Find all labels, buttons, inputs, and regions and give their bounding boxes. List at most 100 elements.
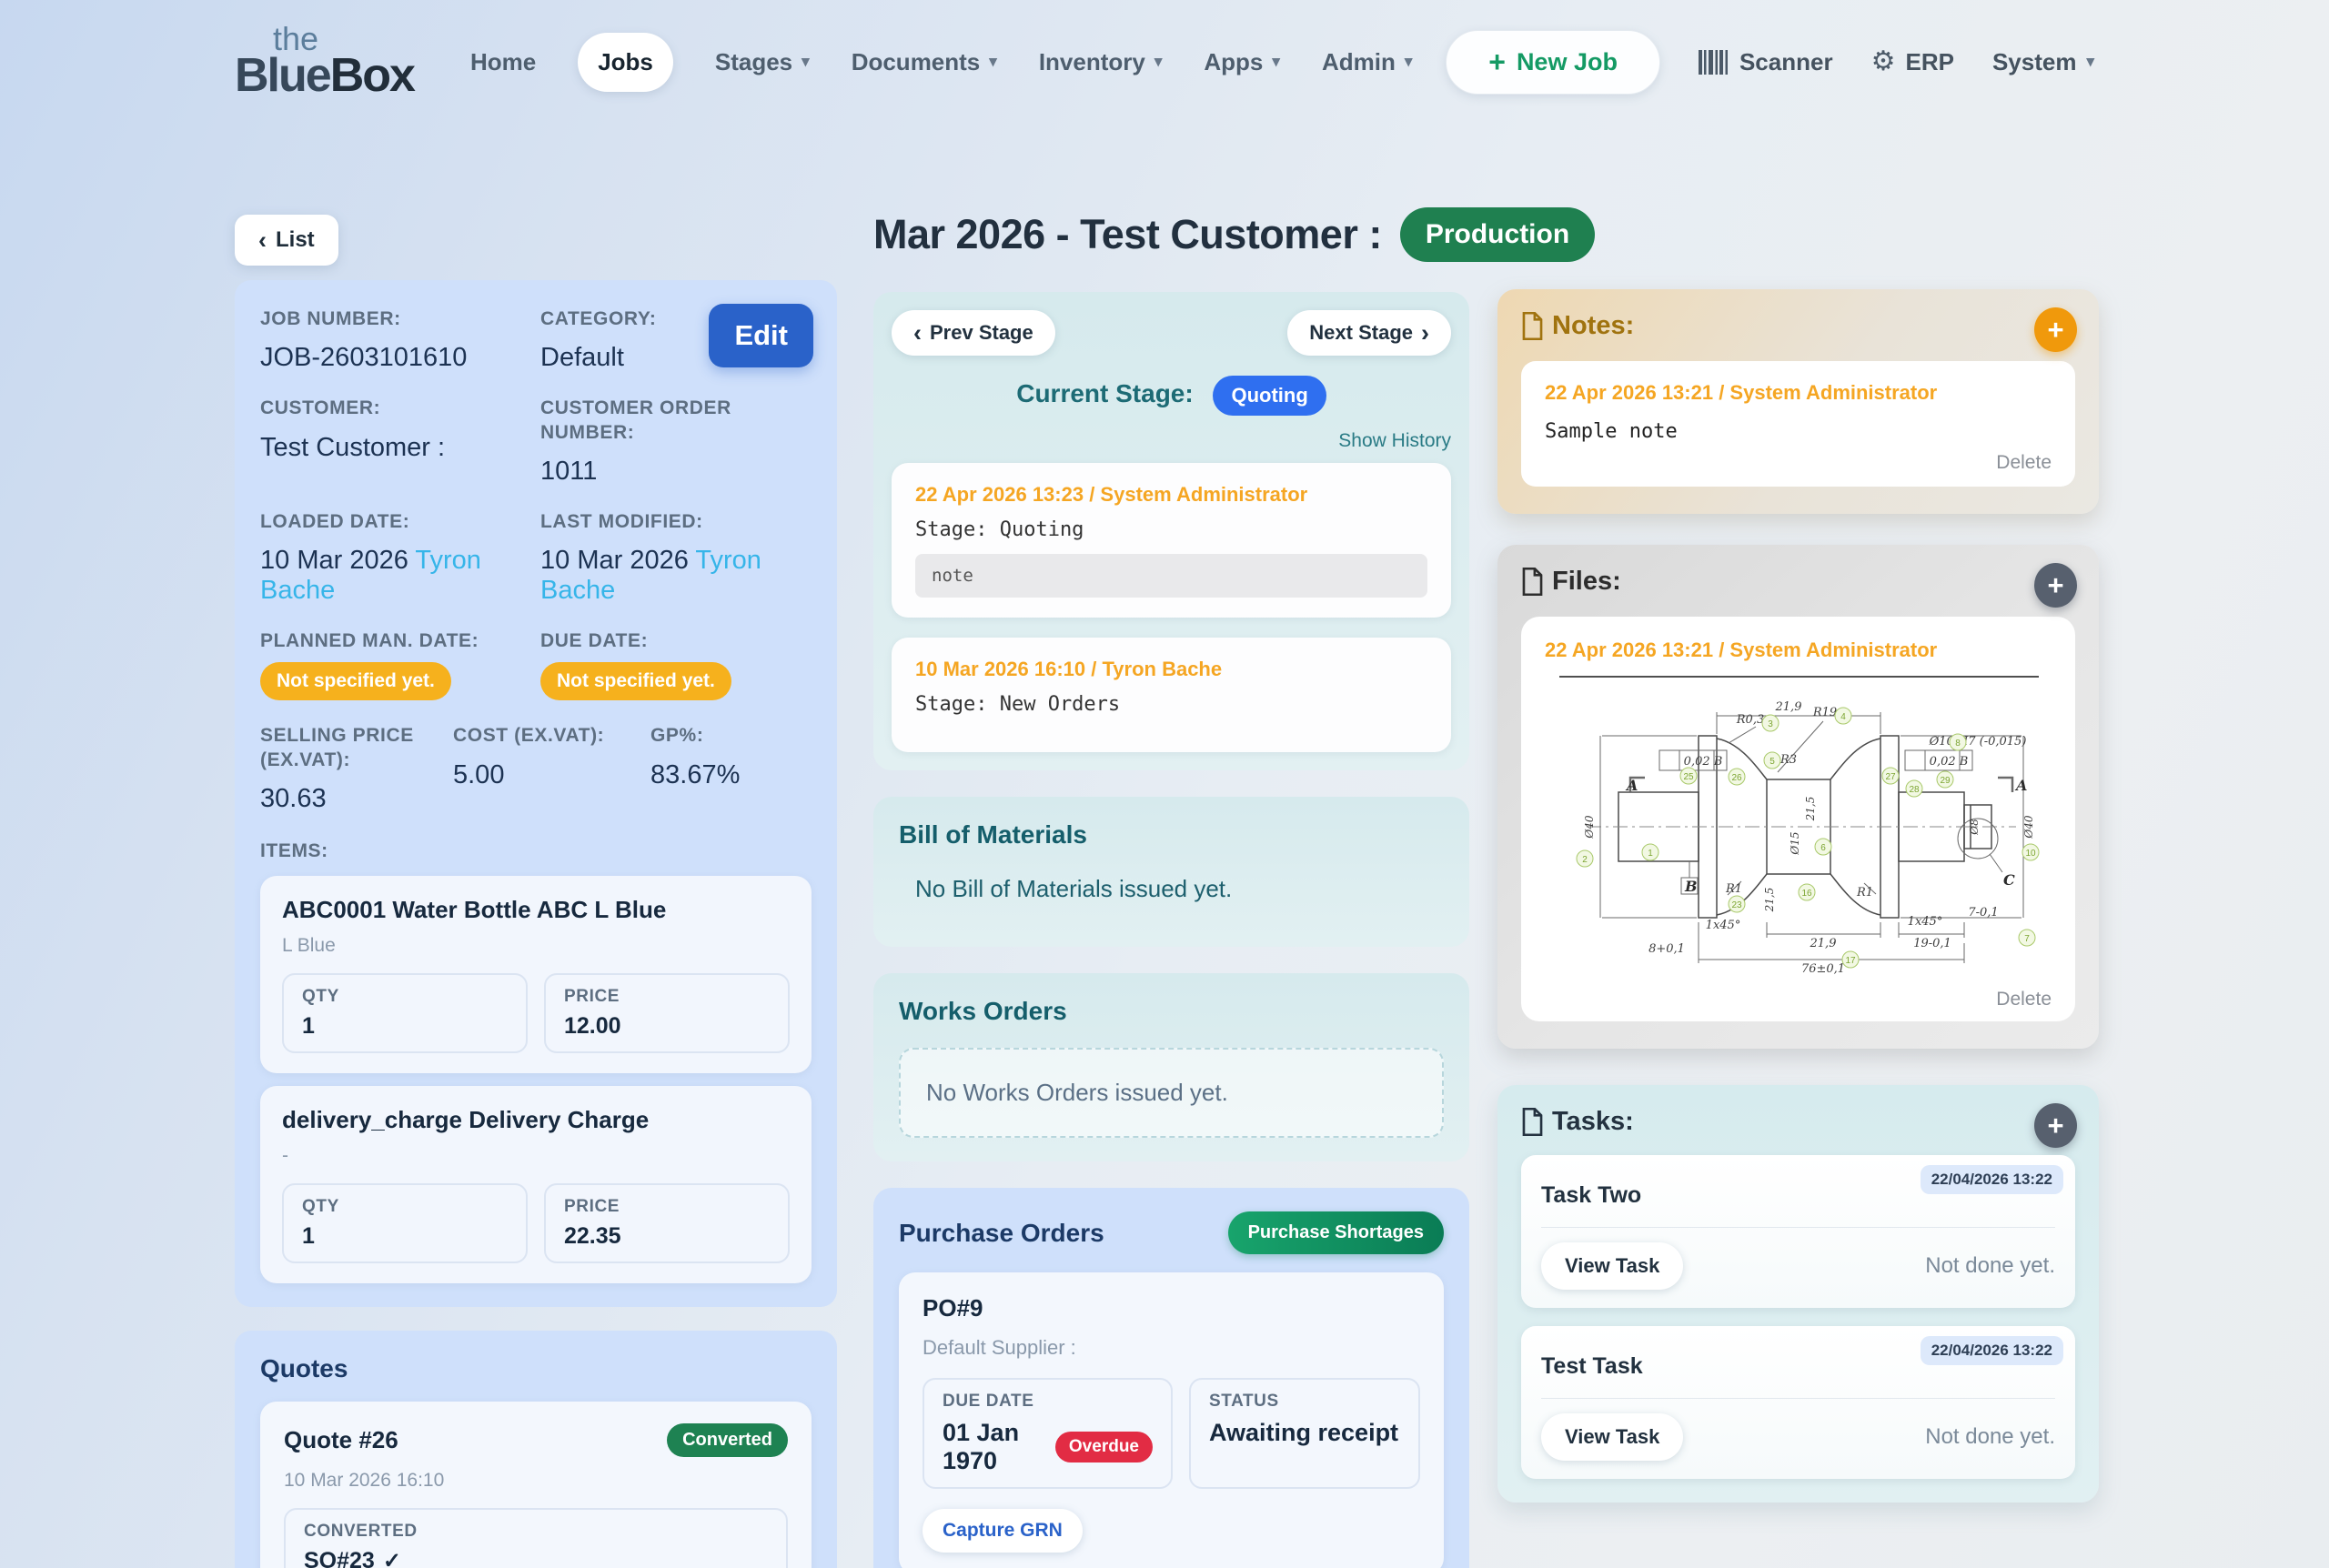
due-date-badge: Not specified yet. [540,662,731,700]
dim-label: 7-0,1 [1968,906,1998,920]
selling-price-label: SELLING PRICE (EX.VAT): [260,724,424,772]
capture-grn-button[interactable]: Capture GRN [923,1509,1083,1553]
current-stage-label: Current Stage: [1016,379,1193,407]
item-qty-value: 1 [302,1013,508,1040]
notes-head: Notes: [1521,311,2075,341]
chevron-down-icon: ▾ [989,53,997,71]
new-job-button[interactable]: + New Job [1446,30,1660,95]
history-date: 10 Mar 2026 16:10 / Tyron Bache [915,658,1427,681]
next-stage-button[interactable]: Next Stage › [1287,310,1451,356]
quote-date: 10 Mar 2026 16:10 [284,1470,788,1492]
task-status: Not done yet. [1925,1424,2055,1450]
prev-stage-button[interactable]: ‹ Prev Stage [892,310,1055,356]
purchase-shortages-button[interactable]: Purchase Shortages [1228,1211,1444,1254]
divider [1559,676,2039,678]
item-qty-box: QTY 1 [282,973,528,1053]
balloon-number: 3 [1768,719,1773,729]
nav-admin[interactable]: Admin▾ [1322,48,1412,76]
top-actions: + New Job Scanner ⚙ ERP System ▾ [1446,30,2094,95]
loaded-date-value: 10 Mar 2026 Tyron Bache [260,546,531,606]
add-file-button[interactable]: + [2034,563,2077,608]
scanner-label: Scanner [1739,48,1833,76]
view-task-button[interactable]: View Task [1541,1413,1683,1461]
stage-nav: ‹ Prev Stage Next Stage › [892,310,1451,356]
section-letter: A [1625,777,1638,794]
po-number: PO#9 [923,1294,1420,1322]
po-supplier: Default Supplier : [923,1336,1420,1360]
balloon-number: 25 [1683,772,1694,782]
due-date-field: DUE DATE: Not specified yet. [540,629,812,700]
divider [1541,1398,2055,1399]
delete-file-link[interactable]: Delete [1545,989,2052,1010]
balloon-number: 28 [1909,785,1920,795]
quotes-card: Quotes Quote #26 Converted 10 Mar 2026 1… [235,1331,837,1568]
dim-label: Ø8 [1968,819,1981,836]
view-task-button[interactable]: View Task [1541,1242,1683,1290]
bill-of-materials-card: Bill of Materials No Bill of Materials i… [873,797,1469,947]
add-task-button[interactable]: + [2034,1103,2077,1148]
dim-label: Ø10 H7 (-0,015) [1929,735,2027,749]
system-label: System [1992,48,2077,76]
order-number-label: CUSTOMER ORDER NUMBER: [540,397,812,445]
document-icon [1521,312,1544,340]
nav-documents[interactable]: Documents▾ [852,48,997,76]
job-info-card: Edit JOB NUMBER: JOB-2603101610 CATEGORY… [235,280,837,1307]
nav-inventory[interactable]: Inventory▾ [1039,48,1163,76]
balloon-number: 29 [1940,776,1951,786]
logo-main: BlueBox [235,54,414,98]
purchase-order-item: PO#9 Default Supplier : DUE DATE 01 Jan … [899,1272,1444,1568]
nav-home[interactable]: Home [470,48,536,76]
nav-jobs[interactable]: Jobs [578,33,673,92]
quote-item[interactable]: Quote #26 Converted 10 Mar 2026 16:10 CO… [260,1402,812,1568]
dim-label: Ø15 [1789,831,1801,855]
files-card: Files: + 22 Apr 2026 13:21 / System Admi… [1497,545,2099,1049]
note-entry: 22 Apr 2026 13:21 / System Administrator… [1521,361,2075,487]
scanner-button[interactable]: Scanner [1699,48,1833,76]
item-qty-label: QTY [302,987,508,1007]
item-price-value: 22.35 [564,1223,770,1250]
current-stage-badge: Quoting [1213,376,1326,416]
balloon-number: 26 [1731,773,1742,783]
job-number-label: JOB NUMBER: [260,307,531,331]
erp-button[interactable]: ⚙ ERP [1871,48,1954,76]
file-preview-technical-drawing[interactable]: 21,9 R0,3 R19 R3 21,5 Ø15 Ø40 Ø10 H7 (-0… [1550,690,2046,980]
task-foot: View Task Not done yet. [1541,1242,2055,1290]
show-history-link[interactable]: Show History [892,430,1451,452]
erp-label: ERP [1905,48,1953,76]
last-modified-field: LAST MODIFIED: 10 Mar 2026 Tyron Bache [540,510,812,606]
loaded-date-label: LOADED DATE: [260,510,531,534]
balloon-number: 16 [1801,889,1812,899]
system-menu[interactable]: System ▾ [1992,48,2094,76]
dim-label: 21,9 [1810,937,1837,950]
nav-admin-label: Admin [1322,48,1396,76]
job-pricing: SELLING PRICE (EX.VAT): 30.63 COST (EX.V… [260,724,812,814]
edit-job-button[interactable]: Edit [709,304,813,367]
logo[interactable]: the BlueBox [235,25,414,98]
sales-order-number: SO#23 [304,1548,375,1568]
cost-value: 5.00 [453,760,650,790]
back-to-list-label: List [276,227,315,253]
po-due-date-box: DUE DATE 01 Jan 1970 Overdue [923,1378,1173,1489]
gp-value: 83.67% [650,760,812,790]
bom-empty-text: No Bill of Materials issued yet. [915,875,1444,903]
purchase-orders-title: Purchase Orders [899,1219,1104,1248]
last-modified-value: 10 Mar 2026 Tyron Bache [540,546,812,606]
dim-label: R1 [1856,886,1873,900]
quote-converted-value: SO#23 ✓ [304,1548,768,1568]
history-note: note [915,554,1427,598]
selling-price-value: 30.63 [260,784,453,814]
notes-title: Notes: [1552,311,1634,341]
chevron-down-icon: ▾ [802,53,810,71]
back-to-list-button[interactable]: ‹ List [235,215,338,266]
nav-stages[interactable]: Stages▾ [715,48,810,76]
history-stage: Stage: Quoting [915,518,1427,541]
balloon-number: 6 [1820,843,1826,853]
add-note-button[interactable]: + [2034,307,2077,352]
history-stage: Stage: New Orders [915,693,1427,716]
dim-label: 76±0,1 [1801,962,1845,976]
dim-label: 21,5 [1763,888,1776,913]
nav-apps[interactable]: Apps▾ [1204,48,1280,76]
balloon-number: 4 [1840,712,1846,722]
top-nav: the BlueBox Home Jobs Stages▾ Documents▾… [0,0,2329,102]
delete-note-link[interactable]: Delete [1545,452,2052,474]
